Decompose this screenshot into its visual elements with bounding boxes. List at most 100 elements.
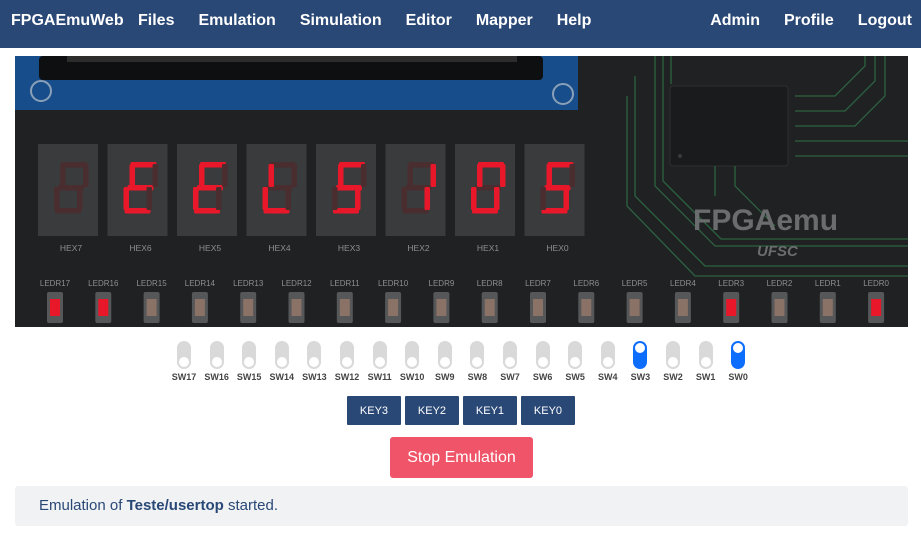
switch-sw8[interactable]: SW8 xyxy=(461,341,493,385)
nav-help[interactable]: Help xyxy=(557,12,592,30)
switch-label: SW5 xyxy=(565,372,585,382)
switch-sw0[interactable]: SW0 xyxy=(722,341,754,385)
led-indicator xyxy=(291,299,302,316)
switch-sw17[interactable]: SW17 xyxy=(168,341,200,385)
navbar: FPGAEmuWeb Files Emulation Simulation Ed… xyxy=(0,0,921,48)
hex-segment xyxy=(285,187,291,210)
nav-mapper[interactable]: Mapper xyxy=(476,12,533,30)
nav-profile[interactable]: Profile xyxy=(784,12,834,30)
switch-sw3[interactable]: SW3 xyxy=(624,341,656,385)
switch-sw13[interactable]: SW13 xyxy=(298,341,330,385)
switch-sw16[interactable]: SW16 xyxy=(201,341,233,385)
led-label: LEDR6 xyxy=(573,279,599,288)
hex-label: HEX2 xyxy=(407,243,429,253)
switch-toggle[interactable] xyxy=(470,341,485,369)
led-label: LEDR8 xyxy=(477,279,503,288)
status-project[interactable]: Teste/usertop xyxy=(127,497,224,514)
switch-label: SW10 xyxy=(399,372,425,382)
switch-toggle[interactable] xyxy=(503,341,517,369)
switch-toggle[interactable] xyxy=(242,341,257,369)
switch-toggle[interactable] xyxy=(274,341,289,369)
switch-toggle[interactable] xyxy=(698,341,713,369)
led-indicator xyxy=(388,299,399,316)
switch-sw14[interactable]: SW14 xyxy=(266,341,298,385)
switch-sw5[interactable]: SW5 xyxy=(559,341,591,385)
key1-button[interactable]: KEY1 xyxy=(463,396,517,425)
switch-toggle[interactable] xyxy=(177,341,191,369)
hex-segment xyxy=(407,164,413,187)
hex-segment xyxy=(268,164,274,187)
hex-segment xyxy=(77,187,83,210)
switch-toggle[interactable] xyxy=(535,341,550,369)
led-indicator xyxy=(98,299,109,316)
nav-right-menu: Admin Profile Logout xyxy=(686,12,912,30)
switch-sw7[interactable]: SW7 xyxy=(494,341,526,385)
board-graphic: FPGAemu UFSC HEX7 HEX6 HEX5 HEX4 HEX3 HEX2 HEX… xyxy=(15,56,908,323)
led-indicator xyxy=(194,299,205,316)
switch-toggle[interactable] xyxy=(731,341,746,369)
hex-segment xyxy=(60,164,66,187)
hex-segment xyxy=(471,187,477,210)
switch-sw12[interactable]: SW12 xyxy=(331,341,363,385)
hex-segment xyxy=(291,164,297,187)
nav-editor[interactable]: Editor xyxy=(406,12,452,30)
switch-sw6[interactable]: SW6 xyxy=(527,341,559,385)
led-indicator xyxy=(629,299,640,316)
switch-sw15[interactable]: SW15 xyxy=(233,341,265,385)
switch-knob xyxy=(407,357,418,367)
led-label: LEDR2 xyxy=(767,279,793,288)
switch-knob xyxy=(668,357,678,367)
stop-emulation-button[interactable]: Stop Emulation xyxy=(390,437,533,478)
hex-segment xyxy=(222,164,228,187)
led-indicator xyxy=(581,299,592,316)
hex-segment xyxy=(500,164,506,187)
switch-knob xyxy=(374,357,385,367)
switch-sw2[interactable]: SW2 xyxy=(657,341,689,385)
switch-label: SW12 xyxy=(334,372,360,382)
nav-emulation[interactable]: Emulation xyxy=(198,12,275,30)
switch-knob xyxy=(276,357,287,367)
switch-toggle[interactable] xyxy=(340,341,354,369)
led-label: LEDR3 xyxy=(718,279,744,288)
switch-label: SW6 xyxy=(532,372,553,382)
switch-toggle[interactable] xyxy=(405,341,420,369)
switch-label: SW2 xyxy=(663,372,683,382)
switch-sw9[interactable]: SW9 xyxy=(429,341,461,385)
led-indicator xyxy=(339,299,350,316)
led-label: LEDR10 xyxy=(378,279,409,288)
led-indicator xyxy=(822,299,833,316)
led-label: LEDR16 xyxy=(88,279,119,288)
switch-label: SW4 xyxy=(598,372,618,382)
key2-button[interactable]: KEY2 xyxy=(405,396,459,425)
ic-chip xyxy=(669,85,789,167)
nav-simulation[interactable]: Simulation xyxy=(300,12,382,30)
hex-label: HEX5 xyxy=(199,243,221,253)
switch-toggle[interactable] xyxy=(372,341,387,369)
switch-toggle[interactable] xyxy=(307,341,322,369)
switch-toggle[interactable] xyxy=(437,341,452,369)
switch-sw10[interactable]: SW10 xyxy=(396,341,428,385)
brand-link[interactable]: FPGAEmuWeb xyxy=(11,12,124,30)
switch-sw1[interactable]: SW1 xyxy=(690,341,722,385)
switch-toggle[interactable] xyxy=(209,341,224,369)
hex-segment xyxy=(477,164,483,187)
switch-knob xyxy=(472,357,483,367)
switch-label: SW3 xyxy=(630,372,651,382)
switch-toggle[interactable] xyxy=(666,341,680,369)
nav-logout[interactable]: Logout xyxy=(858,12,912,30)
switch-label: SW15 xyxy=(236,372,262,382)
hex-segment xyxy=(123,187,129,210)
key0-button[interactable]: KEY0 xyxy=(521,396,575,425)
key3-button[interactable]: KEY3 xyxy=(347,396,401,425)
switch-knob xyxy=(505,357,515,367)
hex-segment xyxy=(430,164,436,187)
nav-admin[interactable]: Admin xyxy=(710,12,760,30)
switch-toggle[interactable] xyxy=(600,341,615,369)
switch-sw11[interactable]: SW11 xyxy=(364,341,396,385)
switch-toggle[interactable] xyxy=(633,341,648,369)
nav-files[interactable]: Files xyxy=(138,12,174,30)
hex-label: HEX6 xyxy=(129,243,151,253)
switch-toggle[interactable] xyxy=(568,341,583,369)
switch-sw4[interactable]: SW4 xyxy=(592,341,624,385)
switch-label: SW13 xyxy=(302,372,327,382)
